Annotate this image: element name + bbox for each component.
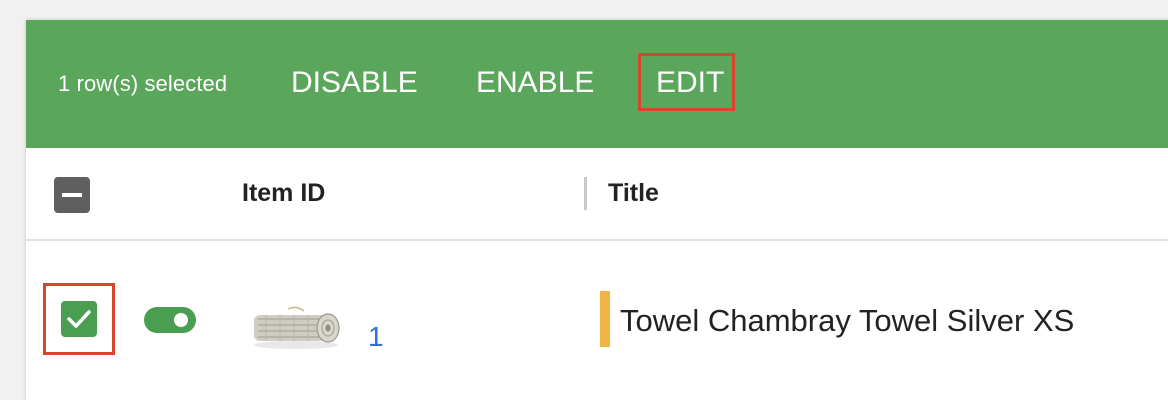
table-header: Item ID Title <box>26 148 1168 241</box>
status-indicator <box>600 291 610 347</box>
disable-button[interactable]: DISABLE <box>291 66 418 100</box>
item-id-link[interactable]: 1 <box>368 321 384 353</box>
table-row[interactable]: 1 Towel Chambray Towel Silver XS <box>26 243 1168 400</box>
row-checkbox-highlight <box>43 283 115 355</box>
select-all-checkbox[interactable] <box>54 177 90 213</box>
column-header-item-id[interactable]: Item ID <box>242 179 325 208</box>
edit-button-highlight: EDIT <box>638 53 735 111</box>
column-header-title[interactable]: Title <box>608 179 659 208</box>
rolled-towel-image <box>254 306 340 349</box>
selected-count: 1 row(s) selected <box>58 71 228 96</box>
row-checkbox[interactable] <box>61 301 97 337</box>
toggle-knob <box>174 313 188 327</box>
checkmark-icon <box>67 310 91 328</box>
selection-toolbar: 1 row(s) selected DISABLE ENABLE EDIT <box>26 20 1168 148</box>
edit-button[interactable]: EDIT <box>656 66 724 100</box>
column-resize-handle[interactable] <box>584 177 587 210</box>
item-title: Towel Chambray Towel Silver XS <box>620 303 1075 338</box>
enabled-toggle[interactable] <box>144 307 196 333</box>
enable-button[interactable]: ENABLE <box>476 66 594 100</box>
bulk-edit-panel: 1 row(s) selected DISABLE ENABLE EDIT It… <box>26 20 1168 400</box>
